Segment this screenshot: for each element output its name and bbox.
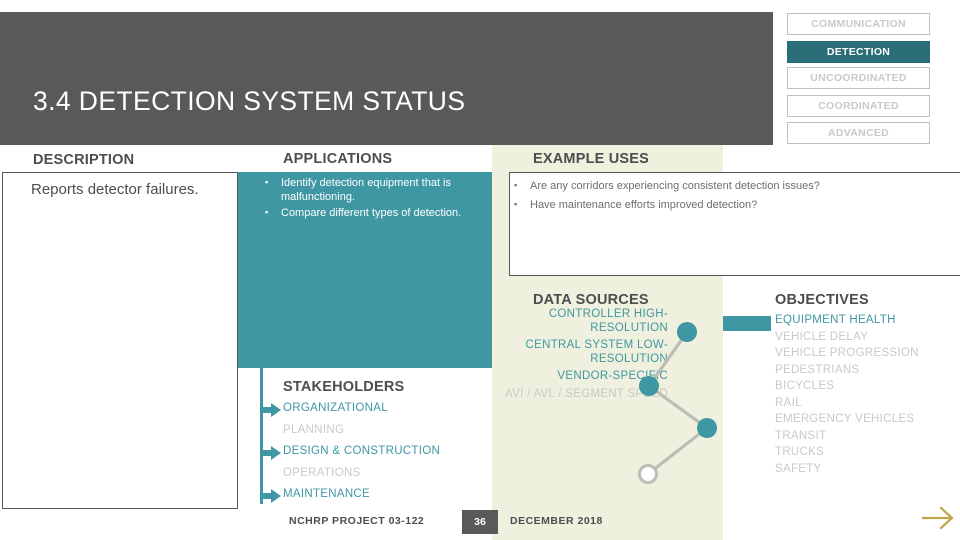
heading-stakeholders: STAKEHOLDERS: [283, 379, 405, 395]
heading-data-sources: DATA SOURCES: [533, 292, 649, 308]
objective-item-pedestrians: PEDESTRIANS: [775, 363, 860, 376]
nav-chip-label: COORDINATED: [818, 100, 899, 112]
next-arrow-icon[interactable]: [920, 503, 956, 533]
arrow-right-icon: [260, 446, 281, 460]
data-sources-node-graph: [638, 322, 717, 484]
arrow-right-icon: [260, 403, 281, 417]
heading-description: DESCRIPTION: [33, 152, 135, 168]
nav-chip-label: COMMUNICATION: [811, 18, 906, 30]
objective-item-transit: TRANSIT: [775, 429, 827, 442]
stakeholders-rail: [260, 368, 263, 504]
list-item: Have maintenance efforts improved detect…: [512, 196, 942, 213]
list-item: Identify detection equipment that is mal…: [263, 176, 475, 204]
objective-active-marker: [723, 316, 771, 331]
nav-chip-coordinated[interactable]: COORDINATED: [787, 95, 930, 117]
description-text: Reports detector failures.: [31, 181, 199, 198]
stakeholder-item-planning: PLANNING: [283, 423, 345, 436]
objective-item-rail: RAIL: [775, 396, 802, 409]
nav-chip-uncoordinated[interactable]: UNCOORDINATED: [787, 67, 930, 89]
description-box: [2, 172, 238, 509]
heading-example-uses: EXAMPLE USES: [533, 151, 650, 167]
objective-item-vehicle-progression: VEHICLE PROGRESSION: [775, 347, 919, 359]
stakeholder-item-maintenance: MAINTENANCE: [283, 488, 371, 500]
heading-applications: APPLICATIONS: [283, 151, 393, 167]
nav-chip-communication[interactable]: COMMUNICATION: [787, 13, 930, 35]
graph-node-central-system-low-resolution: [639, 376, 659, 396]
graph-node-avi-avl-segment-speed: [638, 464, 658, 484]
objective-item-safety: SAFETY: [775, 462, 822, 475]
example-uses-list: Are any corridors experiencing consisten…: [512, 177, 942, 216]
page-title: 3.4 DETECTION SYSTEM STATUS: [33, 86, 466, 116]
graph-edge: [648, 384, 708, 430]
list-item: Are any corridors experiencing consisten…: [512, 177, 942, 194]
nav-chip-detection[interactable]: DETECTION: [787, 41, 930, 63]
objectives-list: EQUIPMENT HEALTH VEHICLE DELAY VEHICLE P…: [775, 314, 955, 479]
objective-item-equipment-health: EQUIPMENT HEALTH: [775, 314, 896, 326]
nav-chip-label: UNCOORDINATED: [810, 72, 907, 84]
heading-objectives: OBJECTIVES: [775, 292, 869, 308]
graph-node-vendor-specific: [697, 418, 717, 438]
list-item: Compare different types of detection.: [263, 206, 475, 221]
nav-chip-label: DETECTION: [826, 46, 891, 58]
slide-canvas: 3.4 DETECTION SYSTEM STATUS COMMUNICATIO…: [0, 0, 960, 540]
nav-chip-advanced[interactable]: ADVANCED: [787, 122, 930, 144]
applications-list: Identify detection equipment that is mal…: [263, 176, 475, 224]
objective-item-emergency-vehicles: EMERGENCY VEHICLES: [775, 413, 915, 425]
header-bar: [0, 12, 773, 145]
graph-edge: [647, 426, 708, 476]
stakeholder-item-organizational: ORGANIZATIONAL: [283, 402, 388, 414]
graph-node-controller-high-resolution: [677, 322, 697, 342]
nav-chip-label: ADVANCED: [827, 127, 890, 139]
page-number: 36: [474, 516, 486, 528]
objective-item-bicycles: BICYCLES: [775, 380, 835, 392]
stakeholder-item-design-construction: DESIGN & CONSTRUCTION: [283, 445, 441, 457]
page-number-box: 36: [462, 510, 498, 534]
stakeholders-list: ORGANIZATIONAL PLANNING DESIGN & CONSTRU…: [283, 402, 493, 510]
footer-date-label: DECEMBER 2018: [510, 515, 603, 527]
stakeholder-item-operations: OPERATIONS: [283, 466, 361, 479]
arrow-right-icon: [260, 489, 281, 503]
objective-item-vehicle-delay: VEHICLE DELAY: [775, 330, 869, 343]
objective-item-trucks: TRUCKS: [775, 446, 825, 458]
footer-project-label: NCHRP PROJECT 03-122: [289, 515, 425, 527]
